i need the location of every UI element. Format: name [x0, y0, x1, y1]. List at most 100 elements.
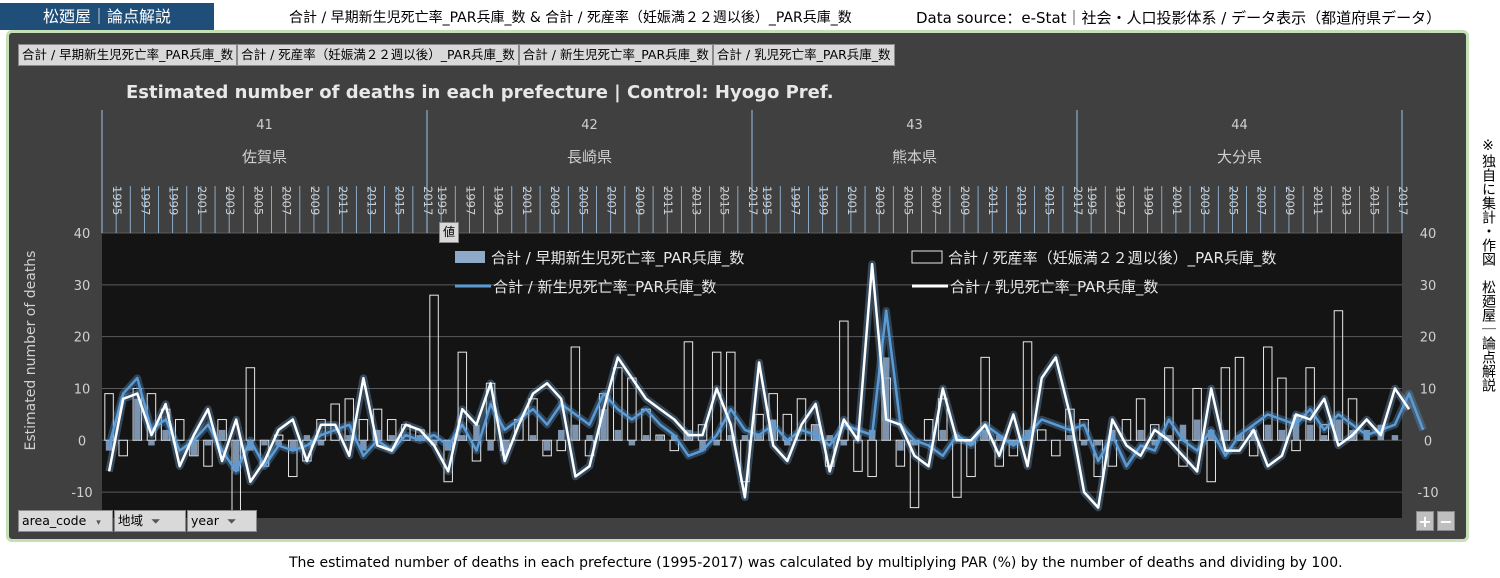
year-tick-label: 2015 [718, 186, 732, 215]
year-tick-label: 1995 [760, 186, 774, 215]
bar-early-neonatal [939, 429, 946, 441]
area-code-label: 42 [581, 118, 598, 133]
region-label: 地域 [118, 513, 144, 528]
year-tick-label: 2013 [689, 186, 703, 215]
y-tick-label: 0 [78, 434, 86, 449]
year-tick-label: 2011 [661, 186, 675, 215]
year-label: year [191, 513, 219, 528]
region-filter-button[interactable]: 地域 ⏷ [114, 510, 186, 532]
y-tick-label: 20 [74, 331, 91, 346]
footnote: The estimated number of deaths in each p… [289, 555, 1343, 571]
prefecture-label: 熊本県 [892, 148, 937, 166]
collapse-button[interactable]: − [1437, 511, 1455, 531]
year-tick-label: 2001 [1170, 186, 1184, 215]
year-tick-label: 2017 [746, 186, 760, 215]
area-code-button[interactable]: area_code ▾ [18, 510, 113, 532]
field-button-stillbirth[interactable]: 合計 / 死産率（妊娠満２２週以後）_PAR兵庫_数 [237, 44, 519, 66]
year-tick-label: 2015 [393, 186, 407, 215]
year-tick-label: 2013 [1014, 186, 1028, 215]
year-tick-label: 2015 [1368, 186, 1382, 215]
year-tick-label: 2013 [1339, 186, 1353, 215]
bar-early-neonatal [1321, 435, 1328, 441]
area-code-label: 41 [256, 118, 273, 133]
y-tick-label: 40 [74, 227, 91, 242]
year-tick-label: 2005 [576, 186, 590, 215]
prefecture-label: 大分県 [1217, 148, 1262, 166]
axis-field-buttons: area_code ▾ 地域 ⏷ year ⏷ [18, 510, 258, 532]
year-tick-label: 1999 [1142, 186, 1156, 215]
year-tick-label: 2003 [548, 186, 562, 215]
bar-early-neonatal [261, 440, 268, 446]
year-tick-label: 2013 [364, 186, 378, 215]
bar-early-neonatal [148, 440, 155, 446]
legend-swatch [455, 251, 485, 263]
bar-early-neonatal [614, 429, 621, 441]
bar-early-neonatal [741, 435, 749, 441]
bar-early-neonatal [1080, 440, 1088, 446]
year-tick-label: 1999 [167, 186, 181, 215]
y2-tick-label: 0 [1424, 434, 1432, 449]
year-tick-label: 2009 [308, 186, 322, 215]
y2-tick-label: 30 [1420, 279, 1437, 294]
year-tick-label: 2011 [1311, 186, 1325, 215]
bar-early-neonatal [642, 435, 650, 441]
field-button-early-neonatal[interactable]: 合計 / 早期新生児死亡率_PAR兵庫_数 [18, 44, 238, 66]
values-field-button[interactable]: 値 [439, 222, 460, 243]
year-tick-label: 2001 [195, 186, 209, 215]
year-tick-label: 2007 [1255, 186, 1269, 215]
dropdown-arrow-icon: ▾ [96, 518, 101, 528]
year-tick-label: 2007 [280, 186, 294, 215]
year-tick-label: 2003 [873, 186, 887, 215]
bar-early-neonatal [1038, 440, 1045, 441]
year-tick-label: 2001 [520, 186, 534, 215]
year-tick-label: 2017 [1396, 186, 1410, 215]
year-tick-label: 2009 [633, 186, 647, 215]
year-filter-button[interactable]: year ⏷ [187, 510, 257, 532]
year-tick-label: 1995 [110, 186, 124, 215]
bar-early-neonatal [119, 440, 127, 441]
y2-tick-label: 10 [1420, 382, 1437, 397]
bar-early-neonatal [1391, 435, 1399, 441]
area-code-label: area_code [22, 513, 87, 528]
bar-early-neonatal [628, 440, 636, 446]
bar-early-neonatal [586, 435, 593, 441]
filter-icon: ⏷ [151, 514, 161, 528]
y2-tick-label: -10 [1417, 486, 1438, 501]
year-tick-label: 1997 [138, 186, 152, 215]
area-code-label: 43 [906, 118, 923, 133]
bar-early-neonatal [543, 440, 551, 451]
year-tick-label: 2017 [1071, 186, 1085, 215]
field-buttons: 合計 / 早期新生児死亡率_PAR兵庫_数 合計 / 死産率（妊娠満２２週以後）… [18, 44, 895, 66]
bar-early-neonatal [204, 440, 212, 446]
bar-early-neonatal [1264, 424, 1271, 441]
bar-early-neonatal [331, 440, 339, 441]
prefecture-label: 長崎県 [567, 148, 612, 166]
bar-early-neonatal [1052, 440, 1060, 441]
year-tick-label: 2011 [336, 186, 350, 215]
year-tick-label: 2005 [1226, 186, 1240, 215]
year-tick-label: 2007 [605, 186, 619, 215]
year-tick-label: 2003 [223, 186, 237, 215]
year-tick-label: 1999 [492, 186, 506, 215]
bar-early-neonatal [1137, 429, 1144, 441]
year-tick-label: 2009 [1283, 186, 1297, 215]
year-tick-label: 2005 [901, 186, 915, 215]
field-button-neonatal[interactable]: 合計 / 新生児死亡率_PAR兵庫_数 [518, 44, 713, 66]
y2-tick-label: 20 [1420, 331, 1437, 346]
bar-early-neonatal [1094, 440, 1102, 446]
year-tick-label: 1999 [817, 186, 831, 215]
area-code-label: 44 [1231, 118, 1248, 133]
year-tick-label: 2009 [958, 186, 972, 215]
y-tick-label: 30 [74, 279, 91, 294]
legend-label: 合計 / 死産率（妊娠満２２週以後）_PAR兵庫_数 [948, 249, 1276, 268]
field-button-infant[interactable]: 合計 / 乳児死亡率_PAR兵庫_数 [712, 44, 895, 66]
prefecture-label: 佐賀県 [242, 148, 287, 166]
year-tick-label: 2007 [930, 186, 944, 215]
year-tick-label: 1995 [435, 186, 449, 215]
y-tick-label: 10 [74, 382, 91, 397]
year-tick-label: 2003 [1198, 186, 1212, 215]
bar-early-neonatal [529, 435, 537, 441]
year-tick-label: 2015 [1043, 186, 1057, 215]
year-tick-label: 1997 [1113, 186, 1127, 215]
expand-button[interactable]: + [1416, 511, 1434, 531]
